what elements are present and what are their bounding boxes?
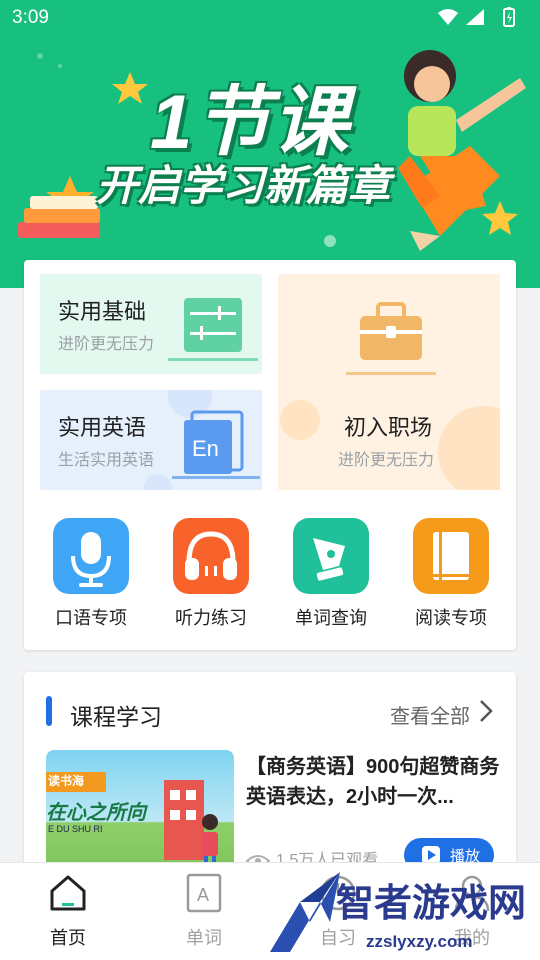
microphone-icon [53,518,129,594]
feature-shortcuts: 口语专项 听力练习 单词查询 阅读专项 [24,518,516,638]
word-card-icon: A [186,873,222,913]
feature-label: 阅读专项 [415,608,487,628]
signal-icon [466,9,484,25]
status-icons [438,7,515,27]
banner-subtitle: 开启学习新篇章 [96,162,391,209]
see-all-link[interactable]: 查看全部 [390,700,470,729]
tile-title: 实用英语 [58,415,147,440]
hero-banner[interactable]: 3:09 1节课 开启学习新篇章 [0,0,540,288]
tab-home[interactable]: 首页 [28,873,108,950]
category-card: 实用基础 进阶更无压力 实用英语 生活实用英语 En 初入职场 进阶更无压力 口… [24,260,516,650]
course-title[interactable]: 【商务英语】900句超赞商务英语表达，2小时一次... [246,752,502,812]
pen-nib-icon [293,518,369,594]
watermark: 智者游戏网 zzsIyxzy.com [260,862,540,960]
tile-subtitle: 进阶更无压力 [338,452,435,469]
thumbnail-subtext: E DU SHU RI [48,824,103,834]
tile-practical-basics[interactable]: 实用基础 进阶更无压力 [40,274,262,374]
wifi-icon [438,9,458,25]
feature-speaking[interactable]: 口语专项 [46,518,136,630]
book-icon [413,518,489,594]
status-time: 3:09 [12,7,49,28]
watermark-brand: 智者游戏网 [336,883,527,925]
tab-words[interactable]: A 单词 [164,873,244,950]
tile-title: 实用基础 [58,299,147,324]
tab-label: 首页 [50,928,86,948]
tile-subtitle: 生活实用英语 [58,452,155,469]
course-thumbnail[interactable]: 读书海 在心之所向 E DU SHU RI [46,750,234,880]
home-icon [50,875,86,911]
en-card-icon: En [172,410,260,479]
section-accent-bar [46,696,52,726]
tile-subtitle: 进阶更无压力 [58,336,155,353]
feature-listening[interactable]: 听力练习 [166,518,256,630]
tile-title: 初入职场 [344,415,433,440]
section-title: 课程学习 [70,704,162,730]
thumbnail-tag: 读书海 [48,774,85,788]
feature-word-lookup[interactable]: 单词查询 [286,518,376,630]
status-bar: 3:09 [0,0,540,36]
star-icon [112,72,148,104]
tile-entering-workplace[interactable]: 初入职场 进阶更无压力 [278,274,500,490]
star-icon [482,201,518,235]
thumbnail-heading: 在心之所向 [46,802,146,824]
tab-label: 单词 [186,928,222,948]
tile-practical-english[interactable]: 实用英语 生活实用英语 En [40,390,262,490]
watermark-url: zzsIyxzy.com [366,932,473,951]
svg-text:A: A [197,885,209,905]
headphones-icon [173,518,249,594]
chevron-right-icon[interactable] [476,698,496,724]
feature-label: 听力练习 [175,608,247,628]
course-section: 课程学习 查看全部 读书海 在心之所向 E DU SHU RI 【商务英语】90… [24,672,516,892]
equalizer-board-icon [168,298,258,361]
feature-reading[interactable]: 阅读专项 [406,518,496,630]
svg-text:En: En [192,436,219,461]
briefcase-icon [346,302,436,375]
feature-label: 单词查询 [295,608,367,628]
feature-label: 口语专项 [55,608,127,628]
